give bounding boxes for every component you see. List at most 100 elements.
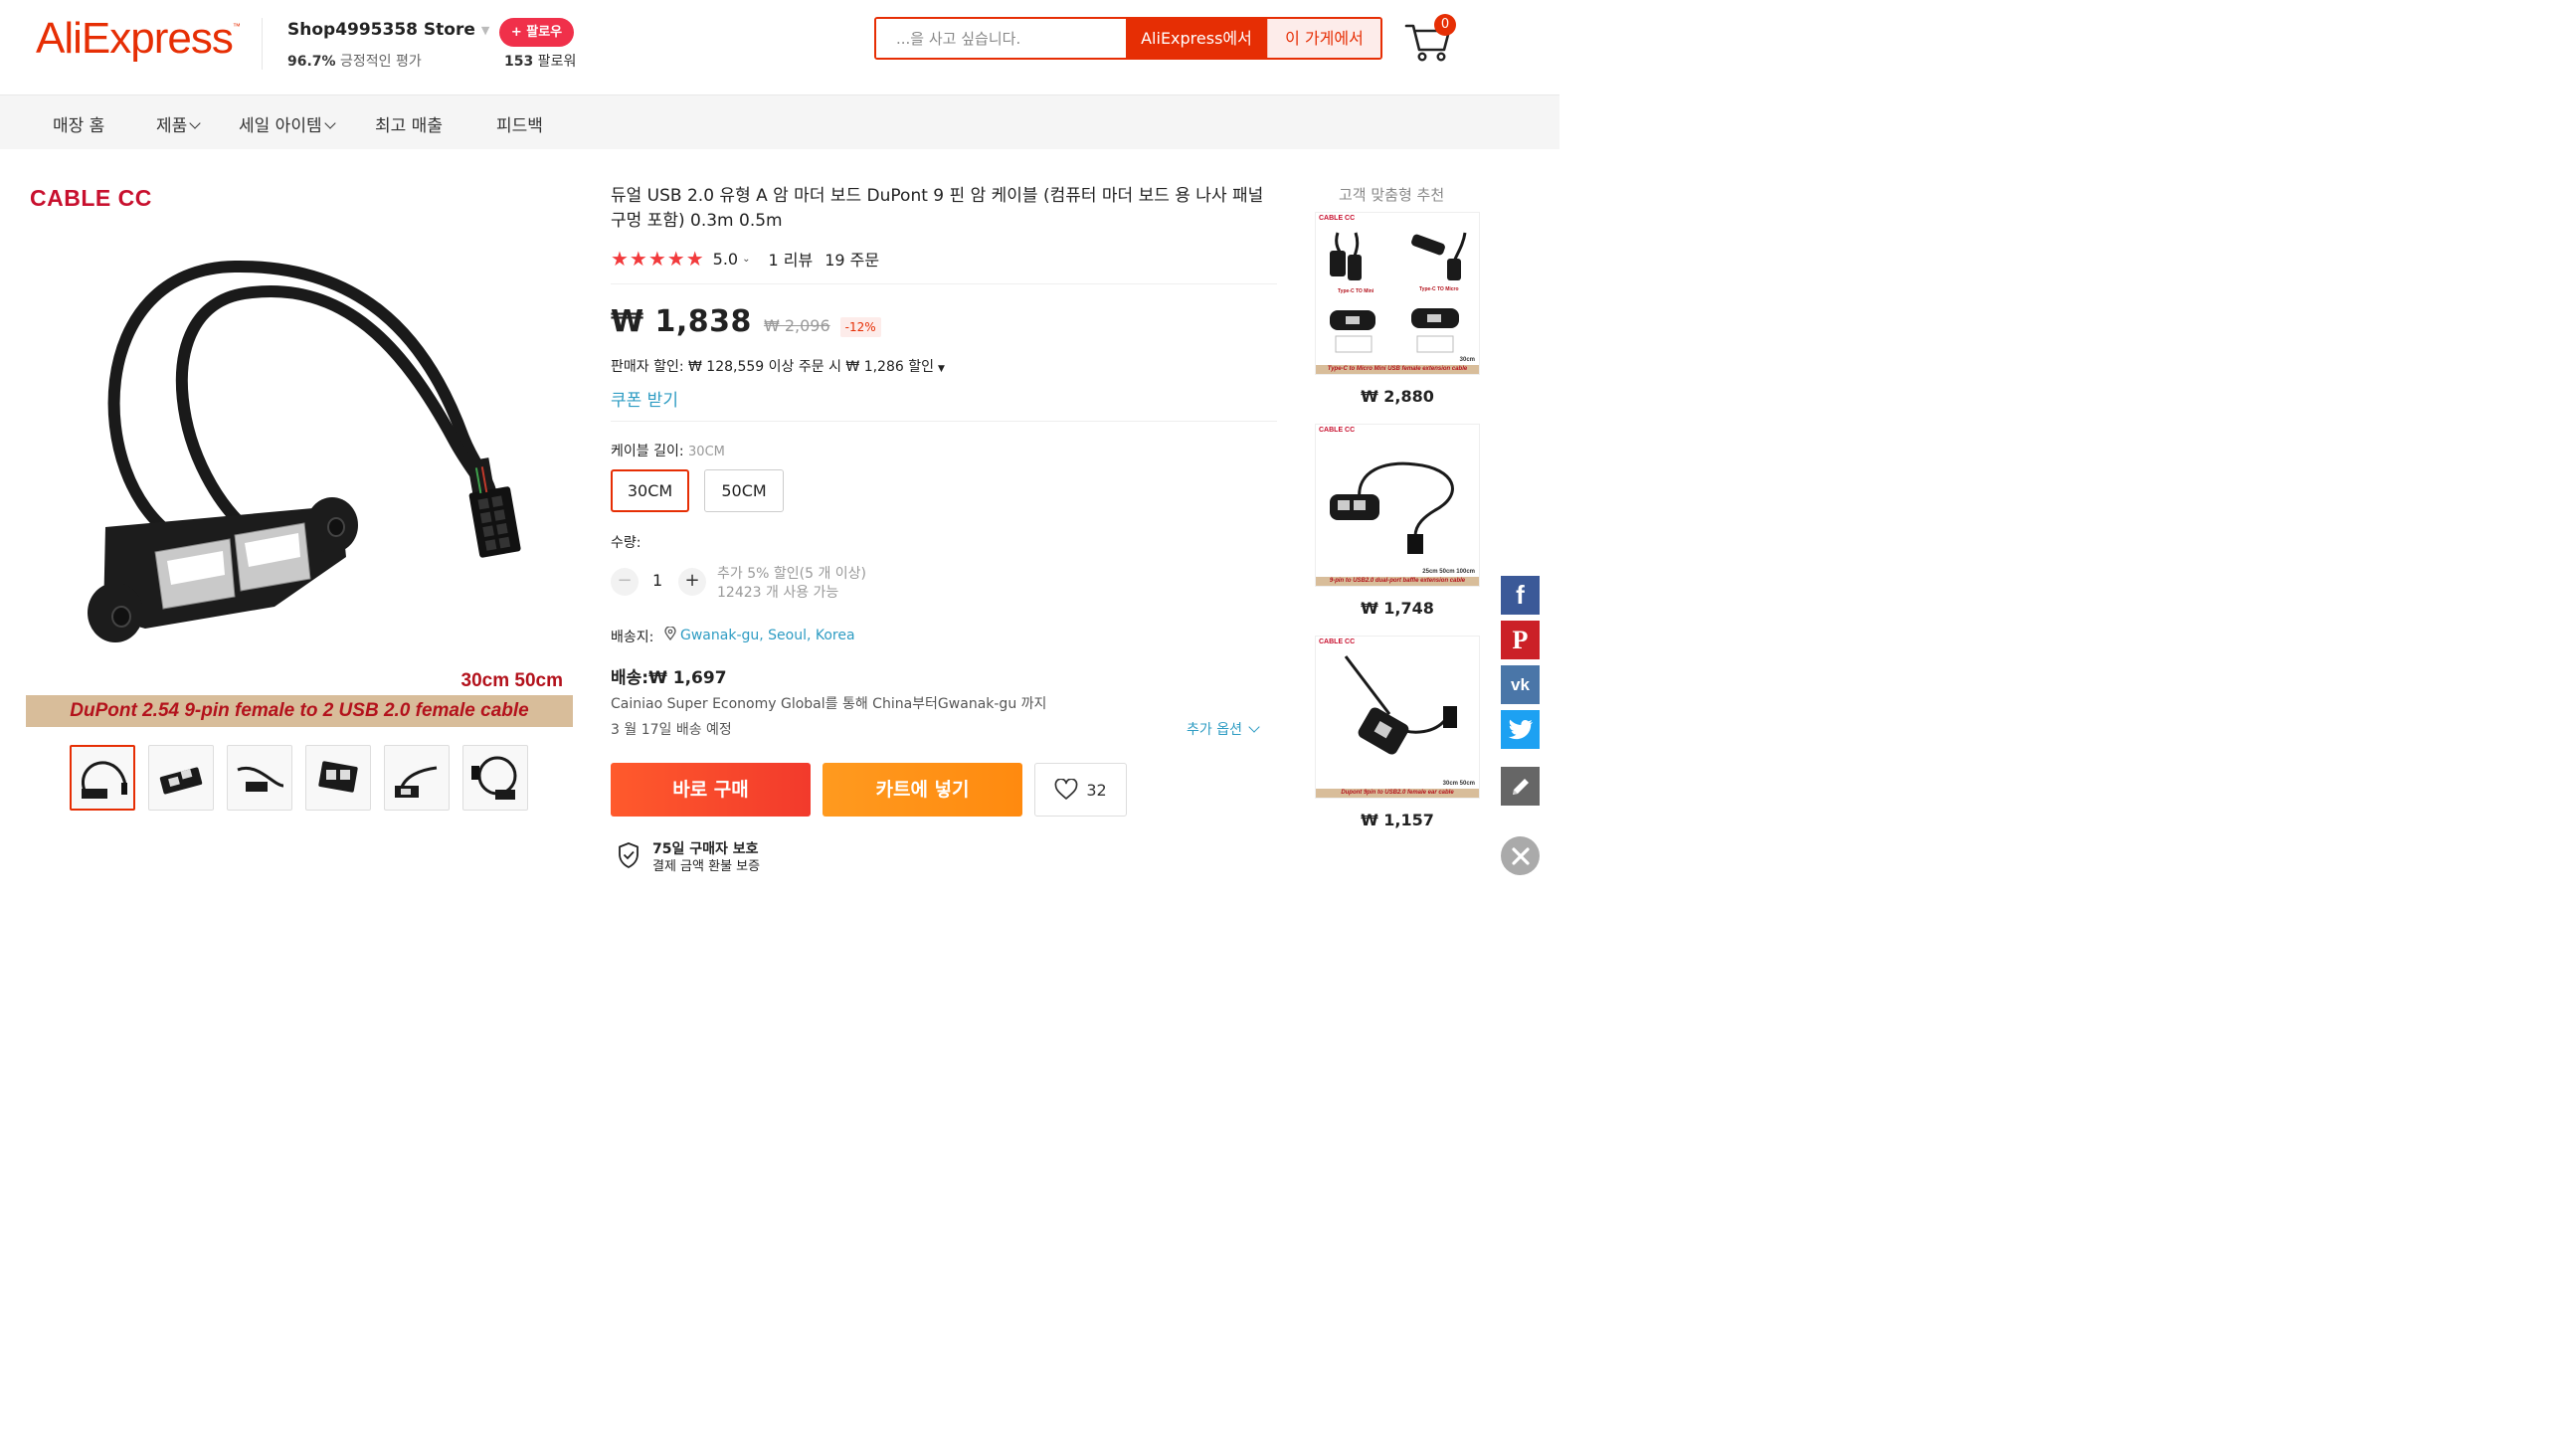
thumbnail[interactable] [305, 745, 371, 811]
chevron-down-icon: ▼ [938, 364, 945, 374]
recommendation-card[interactable]: CABLE CC 25cm 50cm 100cm 9-pin to USB2.0… [1315, 424, 1480, 587]
wishlist-count: 32 [1086, 780, 1107, 800]
product-banner: DuPont 2.54 9-pin female to 2 USB 2.0 fe… [26, 695, 573, 727]
ship-to-location[interactable]: Gwanak-gu, Seoul, Korea [664, 626, 855, 643]
order-count: 19 주문 [824, 251, 880, 270]
nav-top-selling[interactable]: 최고 매출 [375, 111, 443, 136]
vk-icon: vk [1511, 674, 1530, 694]
nav-feedback[interactable]: 피드백 [496, 111, 543, 136]
search-input[interactable] [876, 19, 1126, 58]
store-name[interactable]: Shop4995358 Store ▼ [287, 20, 489, 40]
site-header: AliExpress™ Shop4995358 Store ▼ 96.7% 긍정적… [0, 0, 1559, 95]
heart-icon [1054, 779, 1078, 800]
delivery-date: 3 월 17일 배송 예정 [611, 722, 732, 738]
original-price: ₩ 2,096 [763, 316, 830, 335]
nav-sale-items[interactable]: 세일 아이템 [239, 111, 336, 136]
close-icon [1511, 846, 1530, 865]
chevron-down-icon [323, 117, 336, 129]
store-rating: 96.7% 긍정적인 평가 [287, 54, 422, 70]
rating-row: ★★★★★ 5.0 ⌄ 1 리뷰 19 주문 [611, 247, 879, 271]
current-price: ₩ 1,838 [611, 304, 752, 339]
more-shipping-options[interactable]: 추가 옵션 [1187, 719, 1260, 739]
chevron-down-icon [1248, 721, 1260, 733]
search-bar: AliExpress에서 이 가게에서 [874, 17, 1382, 60]
option-30cm[interactable]: 30CM [611, 469, 689, 512]
buyer-protection: 75일 구매자 보호 결제 금액 환불 보증 [617, 841, 760, 875]
vk-share-button[interactable]: vk [1501, 665, 1540, 704]
size-caption: 30cm 50cm [1442, 781, 1475, 787]
thumbnail[interactable] [227, 745, 292, 811]
location-pin-icon [664, 626, 676, 641]
nav-store-home[interactable]: 매장 홈 [53, 111, 104, 136]
shipping-cost: 배송:₩ 1,697 [611, 668, 727, 688]
aliexpress-logo[interactable]: AliExpress™ [36, 14, 241, 64]
bulk-discount-note: 추가 5% 할인(5 개 이상) [717, 566, 867, 582]
facebook-share-button[interactable]: f [1501, 576, 1540, 615]
product-thumbnail: Type-C TO Mini Type-C TO Micro [1330, 232, 1467, 353]
protection-subtitle: 결제 금액 환불 보증 [652, 859, 761, 874]
wishlist-button[interactable]: 32 [1034, 763, 1127, 817]
follower-count: 153 팔로워 [504, 54, 577, 70]
protection-title: 75일 구매자 보호 [652, 841, 759, 857]
option-50cm[interactable]: 50CM [704, 469, 784, 512]
discount-badge: -12% [839, 317, 881, 337]
get-coupon-link[interactable]: 쿠폰 받기 [611, 386, 678, 411]
product-gallery[interactable]: CABLE CC 30cm 50cm DuPont 2.54 9-pin fem… [26, 179, 573, 728]
cart-badge: 0 [1434, 14, 1456, 36]
product-title: 듀얼 USB 2.0 유형 A 암 마더 보드 DuPont 9 핀 암 케이블… [611, 186, 1264, 231]
brand-tag: CABLE CC [30, 185, 152, 211]
recommendation-card[interactable]: CABLE CC 30cm 50cm Dupont 9pin to USB2.0… [1315, 636, 1480, 799]
twitter-icon [1508, 719, 1533, 739]
rating-value[interactable]: 5.0 [713, 250, 738, 269]
add-to-cart-button[interactable]: 카트에 넣기 [823, 763, 1022, 817]
cart-button[interactable]: 0 [1404, 14, 1460, 64]
star-icon: ★★★★★ [611, 247, 705, 271]
quantity-decrement-button[interactable]: − [611, 568, 639, 596]
pinterest-share-button[interactable]: P [1501, 621, 1540, 659]
price-row: ₩ 1,838 ₩ 2,096 -12% [611, 304, 881, 339]
quantity-increment-button[interactable]: + [678, 568, 706, 596]
quantity-label: 수량: [611, 535, 641, 551]
dupont-connector [466, 457, 521, 558]
stock-available: 12423 개 사용 가능 [717, 585, 839, 601]
search-store-button[interactable]: 이 가게에서 [1267, 19, 1380, 58]
twitter-share-button[interactable] [1501, 710, 1540, 749]
thumbnail[interactable] [148, 745, 214, 811]
header-divider [262, 18, 263, 70]
size-caption: 25cm 50cm 100cm [1422, 569, 1475, 575]
size-caption: 30cm [1459, 357, 1475, 363]
close-button[interactable] [1501, 836, 1540, 875]
product-main-image[interactable] [26, 179, 573, 728]
ship-to-label: 배송지: [611, 630, 654, 645]
product-banner: Dupont 9pin to USB2.0 female ear cable [1316, 789, 1479, 798]
pinterest-icon: P [1512, 625, 1529, 654]
search-aliexpress-button[interactable]: AliExpress에서 [1126, 19, 1267, 58]
chevron-down-icon[interactable]: ⌄ [742, 254, 750, 265]
thumbnail[interactable] [70, 745, 135, 811]
buy-now-button[interactable]: 바로 구매 [611, 763, 811, 817]
thumbnail[interactable] [384, 745, 450, 811]
edit-button[interactable] [1501, 767, 1540, 806]
store-nav: 매장 홈 제품 세일 아이템 최고 매출 피드백 [0, 95, 1559, 149]
variant-label: Type-C TO Micro [1419, 286, 1459, 292]
option-label: 케이블 길이: 30CM [611, 444, 725, 459]
follow-button[interactable]: + 팔로우 [499, 18, 574, 47]
seller-discount[interactable]: 판매자 할인: ₩ 128,559 이상 주문 시 ₩ 1,286 할인 ▼ [611, 356, 945, 376]
recommendation-card[interactable]: CABLE CC Type-C TO Mini Type-C TO Micro … [1315, 212, 1480, 375]
product-banner: Type-C to Micro Mini USB female extensio… [1316, 365, 1479, 374]
review-count[interactable]: 1 리뷰 [769, 247, 814, 271]
recommendation-price: ₩ 1,157 [1361, 811, 1434, 829]
quantity-value[interactable]: 1 [652, 571, 662, 590]
thumbnail[interactable] [462, 745, 528, 811]
recommendations-title: 고객 맞춤형 추천 [1339, 186, 1445, 204]
variant-label: Type-C TO Mini [1338, 288, 1374, 294]
recommendation-price: ₩ 1,748 [1361, 599, 1434, 618]
chevron-down-icon: ▼ [480, 23, 490, 37]
shipping-method: Cainiao Super Economy Global를 통해 China부터… [611, 696, 1047, 712]
pencil-icon [1512, 778, 1529, 795]
product-thumbnail [1344, 655, 1457, 755]
size-caption: 30cm 50cm [460, 670, 563, 691]
divider [611, 421, 1277, 422]
nav-products[interactable]: 제품 [156, 111, 201, 136]
shield-check-icon [619, 842, 639, 868]
